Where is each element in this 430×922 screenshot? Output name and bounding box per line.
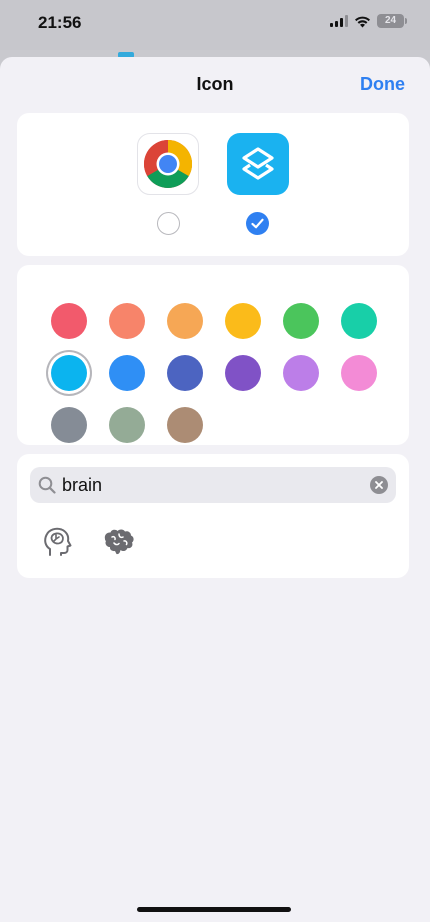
- color-swatch[interactable]: [51, 303, 87, 339]
- icon-source-card: [17, 113, 409, 256]
- wifi-icon: [355, 16, 370, 27]
- battery-level: 24: [384, 15, 397, 26]
- color-swatch[interactable]: [109, 355, 145, 391]
- shortcuts-icon[interactable]: [227, 133, 289, 195]
- color-swatch[interactable]: [283, 355, 319, 391]
- done-button[interactable]: Done: [360, 74, 405, 95]
- chrome-radio-button[interactable]: [157, 212, 180, 235]
- color-swatch[interactable]: [283, 303, 319, 339]
- color-swatch[interactable]: [225, 303, 261, 339]
- chrome-icon[interactable]: [137, 133, 199, 195]
- status-icons: 24: [330, 14, 407, 28]
- close-icon: [375, 481, 383, 489]
- symbol-search-card: brain: [17, 454, 409, 578]
- search-icon: [38, 476, 56, 494]
- brain-icon[interactable]: [101, 524, 137, 560]
- color-swatch[interactable]: [109, 303, 145, 339]
- home-indicator: [137, 907, 291, 912]
- color-swatch[interactable]: [51, 407, 87, 443]
- color-picker-card: [17, 265, 409, 445]
- color-swatch[interactable]: [51, 355, 87, 391]
- status-bar: 21:56 24: [0, 0, 430, 58]
- color-swatch[interactable]: [167, 355, 203, 391]
- color-swatch[interactable]: [167, 407, 203, 443]
- signal-icon: [330, 15, 348, 27]
- color-swatch[interactable]: [167, 303, 203, 339]
- color-swatch[interactable]: [341, 303, 377, 339]
- search-input[interactable]: brain: [30, 467, 396, 503]
- color-swatch[interactable]: [109, 407, 145, 443]
- icon-sheet: Icon Done brain: [0, 57, 430, 922]
- checkmark-icon: [251, 218, 264, 229]
- color-swatch[interactable]: [341, 355, 377, 391]
- status-time: 21:56: [38, 13, 82, 32]
- color-swatch[interactable]: [225, 355, 261, 391]
- head-brain-icon[interactable]: [39, 524, 75, 560]
- clear-search-button[interactable]: [370, 476, 388, 494]
- battery-icon: 24: [377, 14, 407, 28]
- shortcuts-radio-button[interactable]: [246, 212, 269, 235]
- search-value: brain: [62, 475, 103, 495]
- color-grid: [17, 265, 409, 445]
